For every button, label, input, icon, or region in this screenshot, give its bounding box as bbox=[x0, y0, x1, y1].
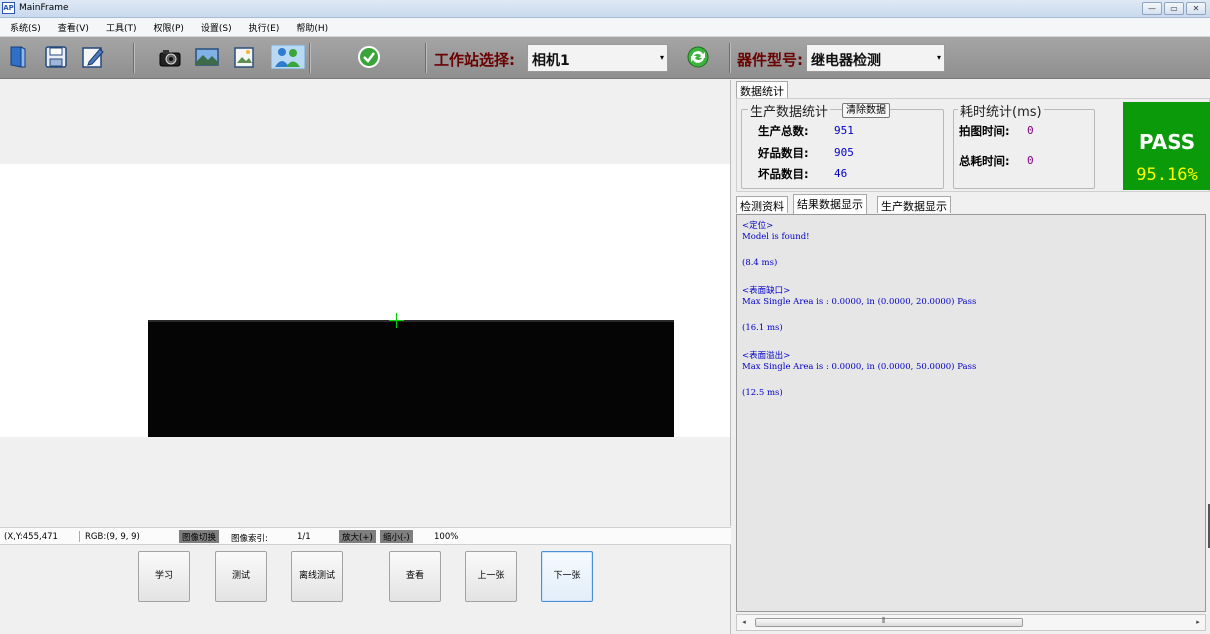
grip-icon: ⦀ bbox=[882, 616, 886, 625]
total-count-value: 951 bbox=[834, 124, 854, 137]
tab-production-display[interactable]: 生产数据显示 bbox=[877, 196, 951, 213]
refresh-icon[interactable] bbox=[686, 45, 710, 69]
previous-image-button[interactable]: 上一张 bbox=[465, 551, 517, 602]
menu-tools[interactable]: 工具(T) bbox=[106, 21, 137, 34]
horizontal-scrollbar[interactable]: ◂ ⦀ ▸ bbox=[736, 614, 1206, 631]
log-line: Model is found! bbox=[742, 232, 810, 242]
toolbar-separator bbox=[729, 43, 730, 73]
scrollbar-thumb[interactable]: ⦀ bbox=[755, 616, 1023, 627]
zoom-level: 100% bbox=[434, 532, 459, 542]
scroll-right-icon[interactable]: ▸ bbox=[1193, 618, 1203, 626]
next-image-button[interactable]: 下一张 bbox=[541, 551, 593, 602]
scroll-left-icon[interactable]: ◂ bbox=[739, 618, 749, 626]
cursor-coords: (X,Y:455,471 bbox=[4, 532, 58, 542]
camera-icon[interactable] bbox=[158, 45, 182, 69]
device-label: 器件型号: bbox=[737, 51, 803, 69]
toolbar: 工作站选择: 相机1 ▾ 器件型号: 继电器检测 ▾ bbox=[0, 37, 1210, 79]
total-time-value: 0 bbox=[1027, 154, 1034, 167]
image-icon[interactable] bbox=[195, 45, 219, 69]
time-stats-group: 耗时统计(ms) 拍图时间: 0 总耗时间: 0 bbox=[953, 101, 1095, 189]
image-export-icon[interactable] bbox=[233, 45, 257, 69]
device-select[interactable]: 继电器检测 ▾ bbox=[806, 44, 945, 72]
test-button[interactable]: 测试 bbox=[215, 551, 267, 602]
learn-button[interactable]: 学习 bbox=[138, 551, 190, 602]
image-index-label: 图像索引: bbox=[231, 534, 268, 544]
menu-settings[interactable]: 设置(S) bbox=[201, 21, 232, 34]
good-count-value: 905 bbox=[834, 146, 854, 159]
menu-execute[interactable]: 执行(E) bbox=[249, 21, 280, 34]
inspected-part bbox=[148, 320, 674, 437]
capture-time-label: 拍图时间: bbox=[959, 124, 1010, 138]
toolbar-separator bbox=[133, 43, 134, 73]
save-icon[interactable] bbox=[44, 45, 68, 69]
log-line: (8.4 ms) bbox=[742, 258, 778, 268]
tab-result-display[interactable]: 结果数据显示 bbox=[793, 194, 867, 214]
station-select[interactable]: 相机1 ▾ bbox=[527, 44, 668, 72]
log-line: Max Single Area is : 0.0000, in (0.0000,… bbox=[742, 297, 977, 307]
time-stats-title: 耗时统计(ms) bbox=[958, 101, 1044, 120]
result-log[interactable]: <定位> Model is found! (8.4 ms) <表面缺口> Max… bbox=[736, 214, 1206, 612]
status-divider bbox=[79, 531, 80, 542]
tab-inspection-data[interactable]: 检测资料 bbox=[736, 196, 788, 213]
log-line: <表面缺口> bbox=[742, 286, 791, 296]
result-indicator: PASS 95.16% bbox=[1123, 102, 1210, 190]
total-time-label: 总耗时间: bbox=[959, 154, 1010, 168]
zoom-out-button[interactable]: 缩小(-) bbox=[380, 530, 413, 543]
app-logo-icon: AP bbox=[2, 2, 15, 14]
log-line: (12.5 ms) bbox=[742, 388, 783, 398]
crosshair-vertical bbox=[396, 313, 397, 328]
bad-count-label: 坏品数目: bbox=[758, 167, 809, 181]
production-stats-group: 生产数据统计 清除数据 生产总数: 951 好品数目: 905 坏品数目: 46 bbox=[741, 101, 944, 189]
statistics-panel: 生产数据统计 清除数据 生产总数: 951 好品数目: 905 坏品数目: 46… bbox=[736, 98, 1210, 192]
yield-percentage: 95.16% bbox=[1136, 165, 1198, 185]
toolbar-separator bbox=[309, 43, 310, 73]
view-button[interactable]: 查看 bbox=[389, 551, 441, 602]
image-viewer[interactable] bbox=[0, 80, 731, 526]
open-file-icon[interactable] bbox=[6, 45, 30, 69]
edit-icon[interactable] bbox=[81, 45, 105, 69]
menu-help[interactable]: 帮助(H) bbox=[296, 21, 328, 34]
minimize-button[interactable]: — bbox=[1142, 2, 1162, 15]
action-button-area: 学习 测试 离线测试 查看 上一张 下一张 bbox=[0, 545, 731, 634]
image-switch-button[interactable]: 图像切换 bbox=[179, 530, 220, 543]
confirm-check-icon[interactable] bbox=[357, 45, 381, 69]
restore-button[interactable]: ▭ bbox=[1164, 2, 1184, 15]
window-controls: — ▭ ✕ bbox=[1142, 2, 1206, 15]
device-select-value: 继电器检测 bbox=[811, 53, 881, 69]
log-line: (16.1 ms) bbox=[742, 323, 783, 333]
close-button[interactable]: ✕ bbox=[1186, 2, 1206, 15]
total-count-label: 生产总数: bbox=[758, 124, 809, 138]
chevron-down-icon: ▾ bbox=[659, 53, 664, 62]
menu-bar: 系统(S) 查看(V) 工具(T) 权限(P) 设置(S) 执行(E) 帮助(H… bbox=[0, 18, 1210, 37]
toolbar-separator bbox=[425, 43, 426, 73]
station-label: 工作站选择: bbox=[434, 51, 515, 69]
image-status-bar: (X,Y:455,471 RGB:(9, 9, 9) 图像切换 图像索引: 1/… bbox=[0, 527, 731, 545]
menu-system[interactable]: 系统(S) bbox=[10, 21, 41, 34]
pixel-rgb: RGB:(9, 9, 9) bbox=[85, 532, 140, 542]
menu-permissions[interactable]: 权限(P) bbox=[153, 21, 183, 34]
chevron-down-icon: ▾ bbox=[936, 53, 941, 62]
log-line: <定位> bbox=[742, 221, 774, 231]
station-select-value: 相机1 bbox=[532, 53, 570, 69]
users-icon[interactable] bbox=[271, 45, 305, 69]
data-panel: 数据统计 生产数据统计 清除数据 生产总数: 951 好品数目: 905 坏品数… bbox=[734, 80, 1210, 634]
tab-data-statistics[interactable]: 数据统计 bbox=[736, 81, 788, 98]
good-count-label: 好品数目: bbox=[758, 146, 809, 160]
production-stats-title: 生产数据统计 bbox=[748, 101, 831, 120]
menu-view[interactable]: 查看(V) bbox=[58, 21, 89, 34]
image-index-value: 1/1 bbox=[297, 532, 311, 542]
clear-data-button[interactable]: 清除数据 bbox=[842, 103, 890, 118]
pass-status: PASS bbox=[1138, 130, 1196, 154]
log-line: Max Single Area is : 0.0000, in (0.0000,… bbox=[742, 362, 977, 372]
offline-test-button[interactable]: 离线测试 bbox=[291, 551, 343, 602]
title-bar: AP MainFrame — ▭ ✕ bbox=[0, 0, 1210, 18]
log-line: <表面溢出> bbox=[742, 351, 791, 361]
capture-time-value: 0 bbox=[1027, 124, 1034, 137]
window-title: MainFrame bbox=[19, 3, 69, 13]
zoom-in-button[interactable]: 放大(+) bbox=[339, 530, 376, 543]
bad-count-value: 46 bbox=[834, 167, 848, 180]
